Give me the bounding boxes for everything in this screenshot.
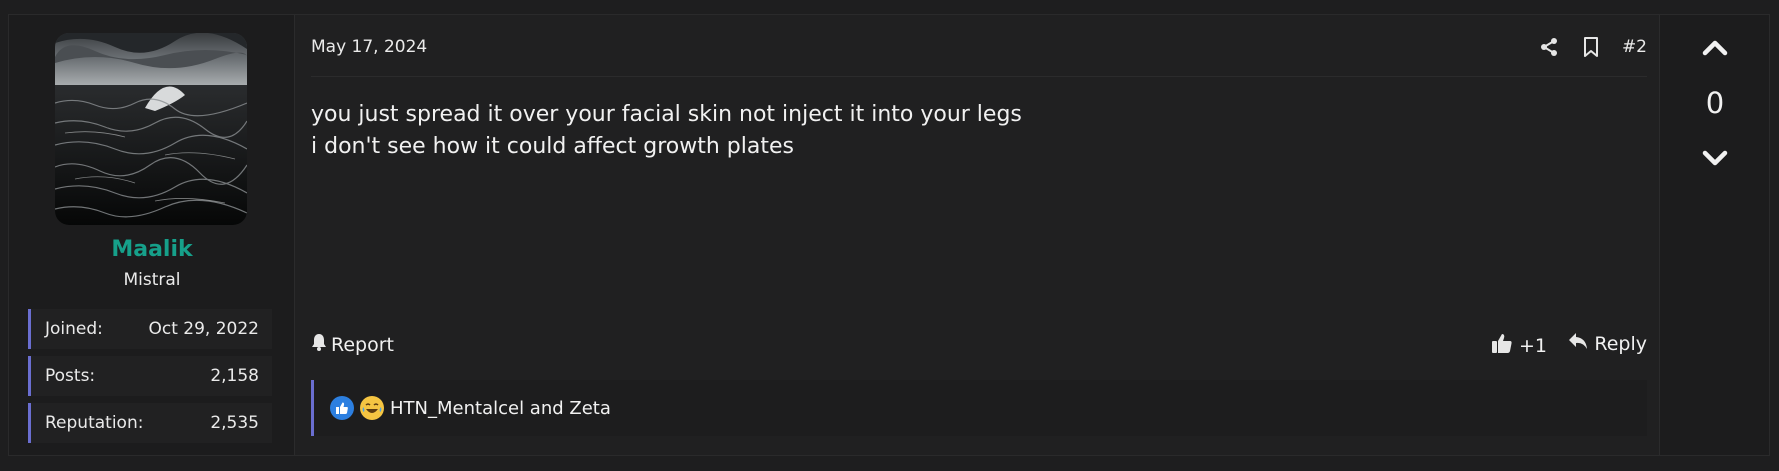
stat-reputation: Reputation: 2,535: [28, 403, 272, 443]
upvote-icon[interactable]: [1702, 35, 1728, 61]
post-date[interactable]: May 17, 2024: [311, 37, 427, 57]
reply-icon: [1568, 332, 1588, 355]
post-header-actions: #2: [1538, 33, 1647, 61]
vote-count: 0: [1705, 86, 1725, 120]
divider: [311, 76, 1647, 77]
vote-column: 0: [1659, 15, 1769, 455]
user-sidebar: Maalik Mistral Joined: Oct 29, 2022 Post…: [9, 15, 295, 455]
reply-label: Reply: [1594, 332, 1647, 355]
post-body-line: you just spread it over your facial skin…: [311, 102, 1022, 127]
report-button[interactable]: Report: [311, 333, 394, 356]
post-body: you just spread it over your facial skin…: [311, 99, 1022, 163]
stat-value: Oct 29, 2022: [148, 319, 260, 339]
share-icon[interactable]: [1538, 36, 1560, 58]
username[interactable]: Maalik: [9, 237, 295, 262]
downvote-icon[interactable]: [1702, 145, 1728, 171]
laugh-reaction-icon: [360, 396, 384, 420]
avatar[interactable]: [55, 33, 247, 225]
stat-joined: Joined: Oct 29, 2022: [28, 309, 272, 349]
stat-label: Posts:: [45, 366, 96, 386]
bookmark-icon[interactable]: [1580, 36, 1602, 58]
stat-label: Reputation:: [45, 413, 144, 433]
like-reaction-icon: [330, 396, 354, 420]
like-count: +1: [1518, 334, 1547, 357]
report-label: Report: [331, 333, 394, 356]
reply-button[interactable]: Reply: [1568, 332, 1647, 355]
like-button[interactable]: +1: [1491, 332, 1547, 359]
thumbs-up-icon: [1491, 332, 1513, 359]
post-number[interactable]: #2: [1622, 37, 1647, 57]
user-title: Mistral: [123, 270, 181, 290]
stat-value: 2,535: [210, 413, 259, 433]
reactions-bar[interactable]: HTN_Mentalcel and Zeta: [311, 380, 1647, 436]
forum-post: Maalik Mistral Joined: Oct 29, 2022 Post…: [8, 14, 1770, 456]
stat-value: 2,158: [210, 366, 259, 386]
post-body-line: i don't see how it could affect growth p…: [311, 134, 794, 159]
reactions-text[interactable]: HTN_Mentalcel and Zeta: [390, 398, 611, 419]
stat-label: Joined:: [45, 319, 103, 339]
bell-icon: [311, 333, 327, 356]
stat-posts: Posts: 2,158: [28, 356, 272, 396]
post-main: May 17, 2024 #2 you just spread it over …: [295, 15, 1661, 455]
